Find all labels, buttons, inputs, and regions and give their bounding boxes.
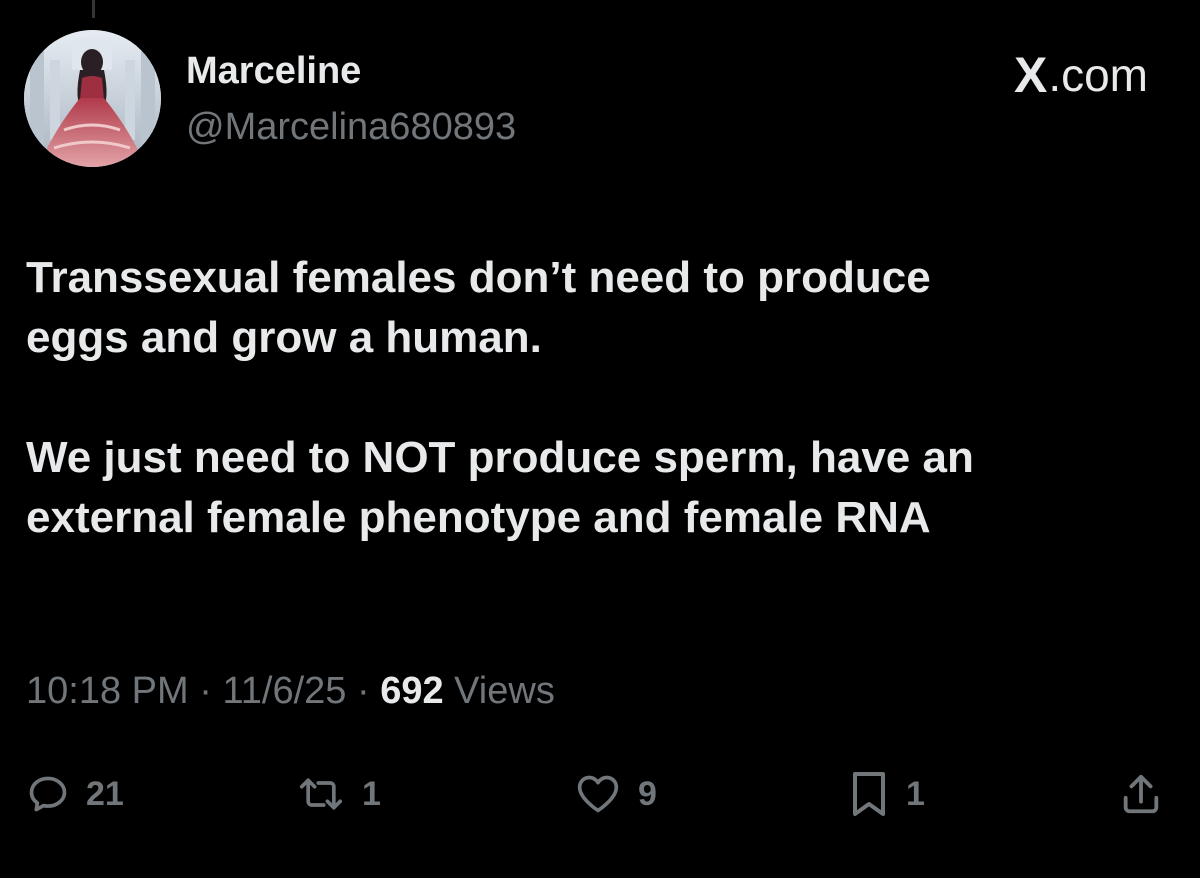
retweet-icon <box>299 778 343 810</box>
tweet-paragraph: Transsexual females don’t need to produc… <box>26 253 931 362</box>
meta-separator: · <box>346 670 381 712</box>
tweet-action-bar: 21 1 9 1 <box>0 766 1200 822</box>
retweet-count: 1 <box>362 775 381 813</box>
reply-button[interactable]: 21 <box>26 766 124 822</box>
views-label: Views <box>443 670 555 712</box>
author-handle[interactable]: @Marcelina680893 <box>186 104 516 150</box>
tweet-metadata: 10:18 PM · 11/6/25 · 692 Views <box>26 668 555 714</box>
bookmark-icon <box>853 772 885 816</box>
like-count: 9 <box>638 775 657 813</box>
thread-connector-line <box>92 0 95 18</box>
like-button[interactable]: 9 <box>574 766 657 822</box>
meta-separator: · <box>188 670 223 712</box>
reply-count: 21 <box>86 775 124 813</box>
x-logo-icon: X <box>1013 47 1048 103</box>
author-display-name[interactable]: Marceline <box>186 48 361 94</box>
bookmark-count: 1 <box>906 775 925 813</box>
retweet-button[interactable]: 1 <box>296 766 381 822</box>
bookmark-button[interactable]: 1 <box>848 766 925 822</box>
site-branding: X .com <box>1014 48 1148 102</box>
avatar[interactable] <box>24 30 161 167</box>
site-domain-suffix: .com <box>1048 49 1148 101</box>
heart-icon <box>577 775 619 813</box>
reply-icon <box>29 776 67 812</box>
views-count: 692 <box>380 670 444 712</box>
share-button[interactable] <box>1118 766 1164 822</box>
tweet-paragraph: We just need to NOT produce sperm, have … <box>26 433 974 542</box>
avatar-image <box>24 30 161 167</box>
tweet-body: Transsexual females don’t need to produc… <box>26 248 1166 548</box>
tweet-time[interactable]: 10:18 PM <box>26 670 189 712</box>
tweet-date[interactable]: 11/6/25 <box>222 670 346 712</box>
share-icon <box>1123 774 1159 814</box>
